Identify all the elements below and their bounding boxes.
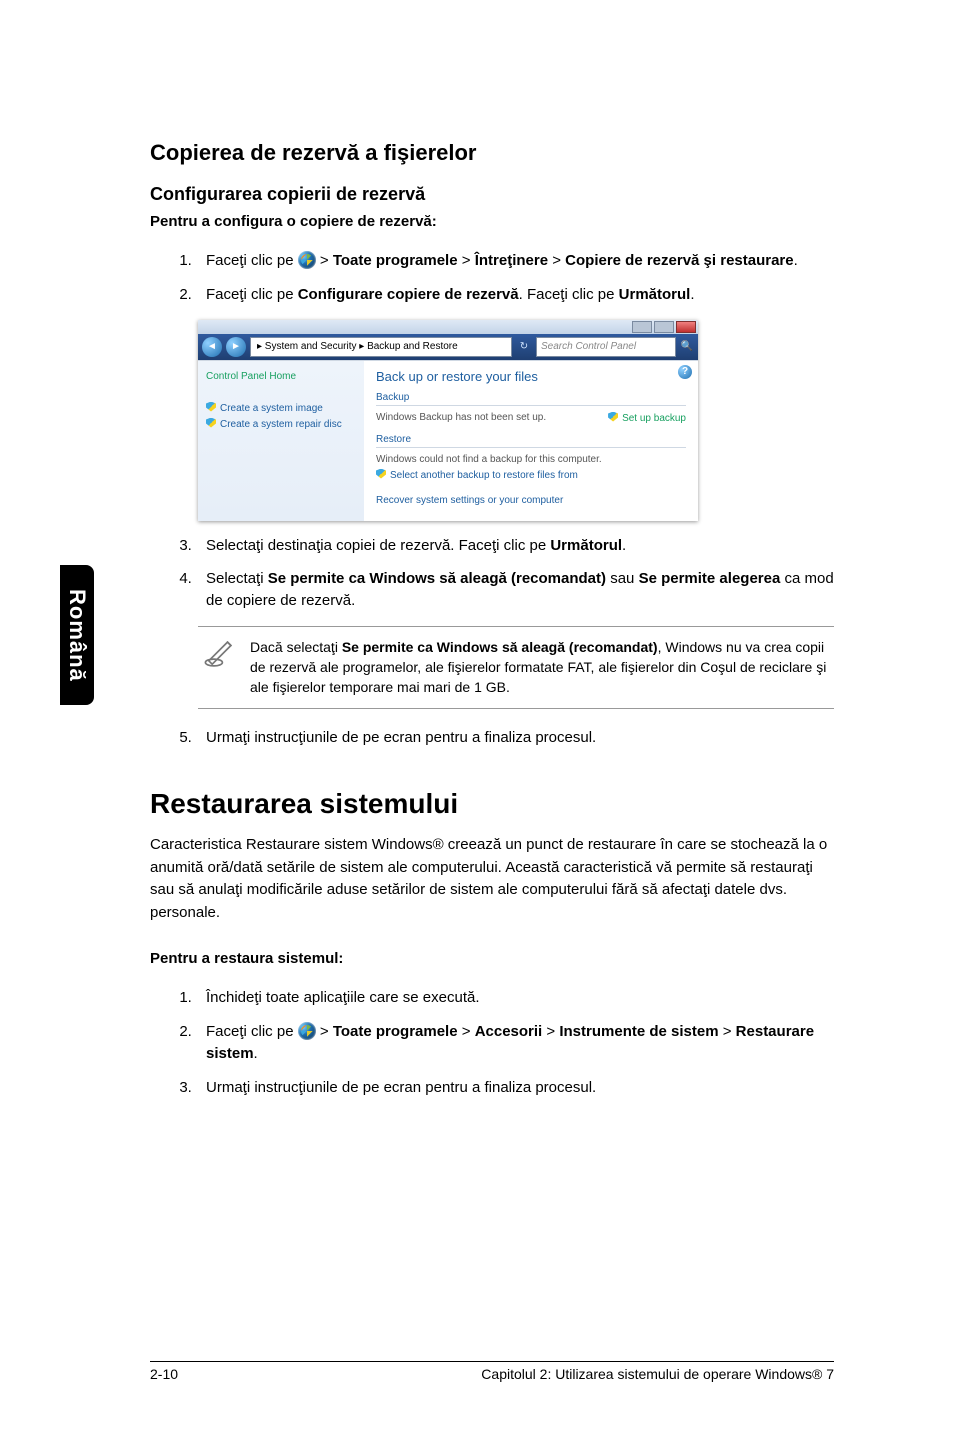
subsection-title-config: Configurarea copierii de rezervă	[150, 184, 834, 205]
chapter-title: Capitolul 2: Utilizarea sistemului de op…	[481, 1366, 834, 1382]
recover-system-link[interactable]: Recover system settings or your computer	[376, 495, 686, 506]
text: >	[542, 1023, 559, 1040]
restore-group-label: Restore	[376, 434, 686, 445]
text-bold: Următorul	[550, 537, 622, 554]
text: .	[690, 286, 694, 303]
help-icon[interactable]: ?	[678, 365, 692, 379]
close-button[interactable]	[676, 321, 696, 333]
page-number: 2-10	[150, 1366, 178, 1382]
lead-restore: Pentru a restaura sistemul:	[150, 950, 834, 967]
page-footer: 2-10 Capitolul 2: Utilizarea sistemului …	[150, 1361, 834, 1382]
sidebar-control-panel-home[interactable]: Control Panel Home	[206, 369, 356, 385]
note-pencil-icon	[202, 637, 236, 671]
text: >	[719, 1023, 736, 1040]
restore-status-text: Windows could not find a backup for this…	[376, 454, 686, 465]
nav-back-icon[interactable]: ◄	[202, 337, 222, 357]
breadcrumb[interactable]: ▸ System and Security ▸ Backup and Resto…	[250, 337, 512, 357]
text: Set up backup	[622, 413, 686, 424]
text: .	[254, 1045, 258, 1062]
restore-step-2: Faceţi clic pe > Toate programele > Acce…	[196, 1021, 834, 1065]
text: >	[458, 1023, 475, 1040]
search-input[interactable]: Search Control Panel	[536, 337, 676, 357]
text-bold: Se permite ca Windows să aleagă (recoman…	[342, 639, 658, 655]
backup-status-text: Windows Backup has not been set up.	[376, 412, 546, 423]
text-bold: Următorul	[619, 286, 691, 303]
note-text: Dacă selectaţi Se permite ca Windows să …	[250, 637, 830, 698]
text: >	[548, 252, 565, 269]
shield-icon	[608, 412, 618, 422]
refresh-icon[interactable]: ↻	[516, 341, 532, 352]
restore-step-3: Urmaţi instrucţiunile de pe ecran pentru…	[196, 1077, 834, 1099]
backup-group-label: Backup	[376, 392, 686, 403]
maximize-button[interactable]	[654, 321, 674, 333]
nav-bar: ◄ ► ▸ System and Security ▸ Backup and R…	[198, 334, 698, 360]
windows-orb-icon	[298, 1022, 316, 1040]
section-title-backup: Copierea de rezervă a fişierelor	[150, 140, 834, 166]
text-bold: Întreţinere	[475, 252, 548, 269]
text: Faceţi clic pe	[206, 286, 298, 303]
text: Selectaţi destinaţia copiei de rezervă. …	[206, 537, 550, 554]
text: Faceţi clic pe	[206, 1023, 298, 1040]
text: Select another backup to restore files f…	[390, 470, 578, 481]
text-bold: Toate programele	[333, 1023, 458, 1040]
text: >	[316, 1023, 333, 1040]
text: Selectaţi	[206, 570, 268, 587]
text-bold: Copiere de rezervă şi restaurare	[565, 252, 793, 269]
restore-body: Caracteristica Restaurare sistem Windows…	[150, 834, 834, 924]
note-box: Dacă selectaţi Se permite ca Windows să …	[198, 626, 834, 709]
text: Dacă selectaţi	[250, 639, 342, 655]
text: Create a system image	[220, 403, 323, 414]
text: .	[622, 537, 626, 554]
text: Create a system repair disc	[220, 419, 342, 430]
text: >	[458, 252, 475, 269]
minimize-button[interactable]	[632, 321, 652, 333]
sidebar-create-repair-disc[interactable]: Create a system repair disc	[206, 417, 356, 433]
shield-icon	[376, 469, 386, 479]
backup-status-row: Windows Backup has not been set up. Set …	[376, 412, 686, 424]
text: .	[794, 252, 798, 269]
windows-orb-icon	[298, 251, 316, 269]
main-pane: ? Back up or restore your files Backup W…	[364, 361, 698, 521]
select-another-backup-link[interactable]: Select another backup to restore files f…	[376, 469, 686, 481]
text: >	[316, 252, 333, 269]
backup-restore-screenshot: ◄ ► ▸ System and Security ▸ Backup and R…	[198, 320, 698, 521]
window-titlebar	[198, 320, 698, 334]
text-bold: Instrumente de sistem	[559, 1023, 718, 1040]
lead-config-backup: Pentru a configura o copiere de rezervă:	[150, 213, 834, 230]
shield-icon	[206, 418, 216, 428]
nav-forward-icon[interactable]: ►	[226, 337, 246, 357]
shield-icon	[206, 402, 216, 412]
step-1: Faceţi clic pe > Toate programele > Într…	[196, 250, 834, 272]
text: Faceţi clic pe	[206, 252, 298, 269]
language-side-tab: Română	[60, 565, 94, 705]
control-panel-sidebar: Control Panel Home Create a system image…	[198, 361, 364, 521]
setup-backup-link[interactable]: Set up backup	[608, 412, 686, 424]
section-title-restore: Restaurarea sistemului	[150, 788, 834, 820]
step-5: Urmaţi instrucţiunile de pe ecran pentru…	[196, 727, 834, 749]
text-bold: Se permite alegerea	[639, 570, 781, 587]
text: . Faceţi clic pe	[519, 286, 619, 303]
main-title: Back up or restore your files	[376, 369, 686, 384]
text-bold: Se permite ca Windows să aleagă (recoman…	[268, 570, 606, 587]
text-bold: Toate programele	[333, 252, 458, 269]
search-icon[interactable]: 🔍	[680, 341, 694, 352]
text-bold: Accesorii	[475, 1023, 543, 1040]
step-4: Selectaţi Se permite ca Windows să aleag…	[196, 568, 834, 612]
restore-step-1: Închideţi toate aplicaţiile care se exec…	[196, 987, 834, 1009]
text-bold: Configurare copiere de rezervă	[298, 286, 519, 303]
step-2: Faceţi clic pe Configurare copiere de re…	[196, 284, 834, 306]
text: sau	[606, 570, 639, 587]
step-3: Selectaţi destinaţia copiei de rezervă. …	[196, 535, 834, 557]
sidebar-create-system-image[interactable]: Create a system image	[206, 401, 356, 417]
